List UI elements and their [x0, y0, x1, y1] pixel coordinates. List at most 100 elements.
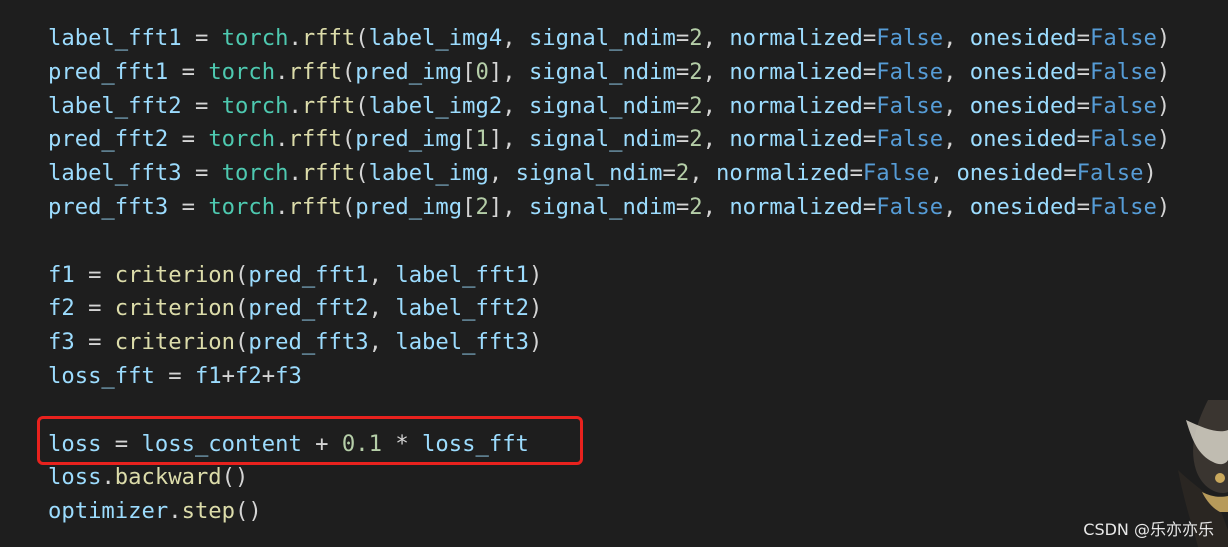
code-editor[interactable]: label_fft1 = torch.rfft(label_img4, sign…	[0, 0, 1228, 547]
code-line[interactable]: f3 = criterion(pred_fft3, label_fft3)	[48, 326, 1170, 360]
code-token: False	[876, 126, 944, 153]
code-line[interactable]: pred_fft3 = torch.rfft(pred_img[2], sign…	[48, 191, 1170, 225]
code-token: label_fft2	[395, 295, 529, 322]
code-line[interactable]: f1 = criterion(pred_fft1, label_fft1)	[48, 259, 1170, 293]
code-line[interactable]: label_fft1 = torch.rfft(label_img4, sign…	[48, 22, 1170, 56]
code-token: =	[862, 126, 877, 153]
code-token: .	[275, 126, 289, 153]
code-token: False	[876, 25, 944, 51]
code-token: False	[1090, 92, 1157, 119]
code-line[interactable]	[48, 225, 1170, 259]
code-token: (	[341, 126, 356, 153]
code-token: rfft	[288, 126, 342, 153]
code-token: ,	[943, 193, 970, 220]
code-token: .	[288, 160, 302, 187]
code-token: =	[862, 92, 877, 119]
code-token: )	[1143, 160, 1157, 187]
code-line[interactable]: label_fft3 = torch.rfft(label_img, signa…	[48, 157, 1170, 191]
code-token: normalized	[729, 58, 863, 85]
code-token: ,	[943, 58, 970, 85]
code-token: 2	[689, 92, 703, 119]
code-line[interactable]: label_fft2 = torch.rfft(label_img2, sign…	[48, 90, 1170, 124]
code-line[interactable]: pred_fft2 = torch.rfft(pred_img[1], sign…	[48, 123, 1170, 157]
code-line[interactable]: optimizer.step()	[48, 495, 1170, 529]
code-token: loss	[48, 464, 102, 491]
code-token: ,	[368, 329, 396, 356]
code-token: 0	[475, 58, 489, 85]
code-token: )	[1156, 25, 1171, 51]
code-token: =	[662, 160, 676, 187]
code-token: )	[1156, 193, 1171, 220]
code-token: ,	[488, 160, 516, 187]
code-token: .	[168, 498, 182, 525]
code-token: loss_fft	[48, 362, 155, 389]
code-token: =	[862, 193, 877, 220]
code-token: signal_ndim	[528, 126, 676, 153]
code-token: onesided	[969, 193, 1077, 220]
code-token: )	[1156, 58, 1171, 85]
code-token: signal_ndim	[515, 160, 663, 187]
code-line[interactable]: f2 = criterion(pred_fft2, label_fft2)	[48, 292, 1170, 326]
code-token: False	[1076, 160, 1144, 187]
code-token: label_fft1	[395, 261, 529, 288]
code-token: step	[181, 498, 236, 525]
code-token: pred_fft2	[48, 126, 169, 153]
code-token: ],	[488, 58, 529, 85]
code-token: =	[168, 193, 209, 220]
code-token: False	[1090, 25, 1157, 51]
code-token: )	[528, 329, 543, 356]
code-token: pred_fft3	[48, 193, 169, 220]
code-token: onesided	[969, 58, 1077, 85]
code-token: +	[261, 362, 276, 389]
code-token: .	[101, 464, 115, 491]
code-token: False	[1090, 193, 1157, 220]
code-token: (	[235, 261, 249, 288]
code-token: ,	[502, 92, 529, 119]
code-token: label_img4	[368, 25, 503, 51]
code-token: =	[675, 193, 690, 220]
code-token: )	[528, 295, 543, 322]
code-token: False	[876, 92, 944, 119]
code-token: ,	[702, 193, 730, 220]
code-token: pred_fft2	[248, 295, 369, 322]
code-token: normalized	[729, 92, 863, 119]
code-token: False	[1090, 126, 1157, 153]
code-token: )	[1156, 92, 1171, 119]
code-token: ,	[943, 92, 970, 119]
code-token: (	[355, 92, 369, 119]
code-token: =	[1076, 126, 1091, 153]
code-token: rfft	[301, 92, 356, 119]
code-token: onesided	[956, 160, 1064, 187]
code-line[interactable]: loss_fft = f1+f2+f3	[48, 360, 1170, 394]
code-token: label_fft3	[48, 160, 182, 187]
code-token: [	[462, 193, 476, 220]
code-line[interactable]: pred_fft1 = torch.rfft(pred_img[0], sign…	[48, 56, 1170, 90]
code-token: signal_ndim	[528, 92, 676, 119]
code-token: rfft	[288, 58, 342, 85]
code-token: f2	[48, 295, 75, 322]
code-token: torch	[208, 193, 276, 220]
code-token: (	[355, 25, 369, 51]
code-token: pred_img	[355, 58, 463, 85]
code-token: 2	[475, 193, 489, 220]
watermark-text: CSDN @乐亦亦乐	[1083, 520, 1214, 539]
code-token: ,	[943, 126, 970, 153]
code-token: onesided	[969, 92, 1077, 119]
code-token: =	[181, 92, 222, 119]
code-token: =	[181, 25, 222, 51]
code-token: +	[221, 362, 236, 389]
code-token: torch	[221, 25, 289, 51]
code-token: [	[462, 126, 476, 153]
code-token: =	[181, 160, 222, 187]
code-token: torch	[208, 126, 276, 153]
code-token: =	[1063, 160, 1077, 187]
code-token: =	[675, 126, 690, 153]
code-token: signal_ndim	[528, 58, 676, 85]
code-token: (	[355, 160, 369, 187]
code-token: pred_fft3	[248, 329, 369, 356]
code-token: ,	[702, 25, 730, 51]
code-token: False	[876, 58, 944, 85]
code-line[interactable]: loss.backward()	[48, 461, 1170, 495]
code-token: .	[288, 25, 302, 51]
code-token: ,	[689, 160, 716, 187]
